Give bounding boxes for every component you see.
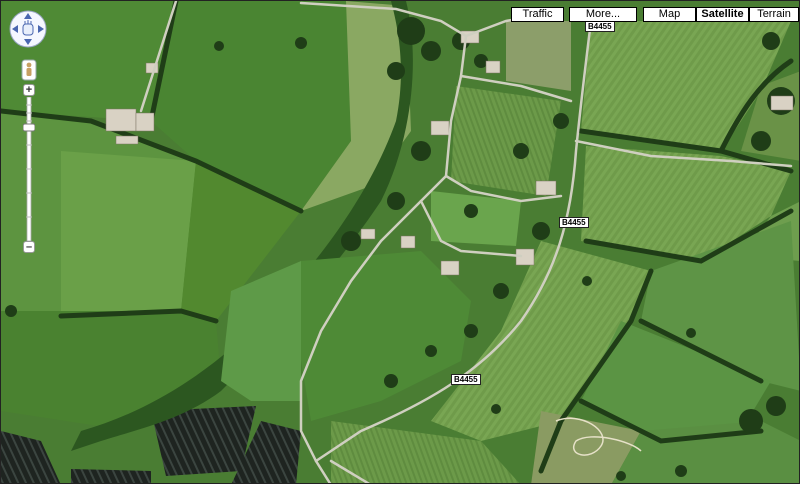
field bbox=[506, 21, 571, 91]
satellite-imagery[interactable] bbox=[1, 1, 800, 484]
map-viewport[interactable]: B4455 B4455 B4455 Traffic More... Map Sa… bbox=[0, 0, 800, 484]
pegman-icon[interactable] bbox=[21, 59, 37, 81]
road-label-b4455: B4455 bbox=[559, 217, 589, 228]
zoom-slider-track[interactable] bbox=[23, 97, 35, 241]
road-label-b4455: B4455 bbox=[451, 374, 481, 385]
ploughed-field bbox=[71, 469, 151, 483]
field bbox=[451, 86, 561, 196]
zoom-in-button[interactable]: + bbox=[23, 84, 35, 96]
zoom-out-button[interactable]: – bbox=[23, 241, 35, 253]
pan-control[interactable] bbox=[9, 10, 47, 48]
terrain-button[interactable]: Terrain bbox=[749, 7, 799, 22]
road-label-b4455: B4455 bbox=[585, 21, 615, 32]
hand-icon bbox=[22, 20, 34, 36]
more-button[interactable]: More... bbox=[569, 7, 637, 22]
field bbox=[61, 151, 196, 316]
traffic-button[interactable]: Traffic bbox=[511, 7, 564, 22]
zoom-slider-thumb bbox=[23, 123, 35, 132]
map-button[interactable]: Map bbox=[643, 7, 696, 22]
satellite-button[interactable]: Satellite bbox=[696, 7, 749, 22]
